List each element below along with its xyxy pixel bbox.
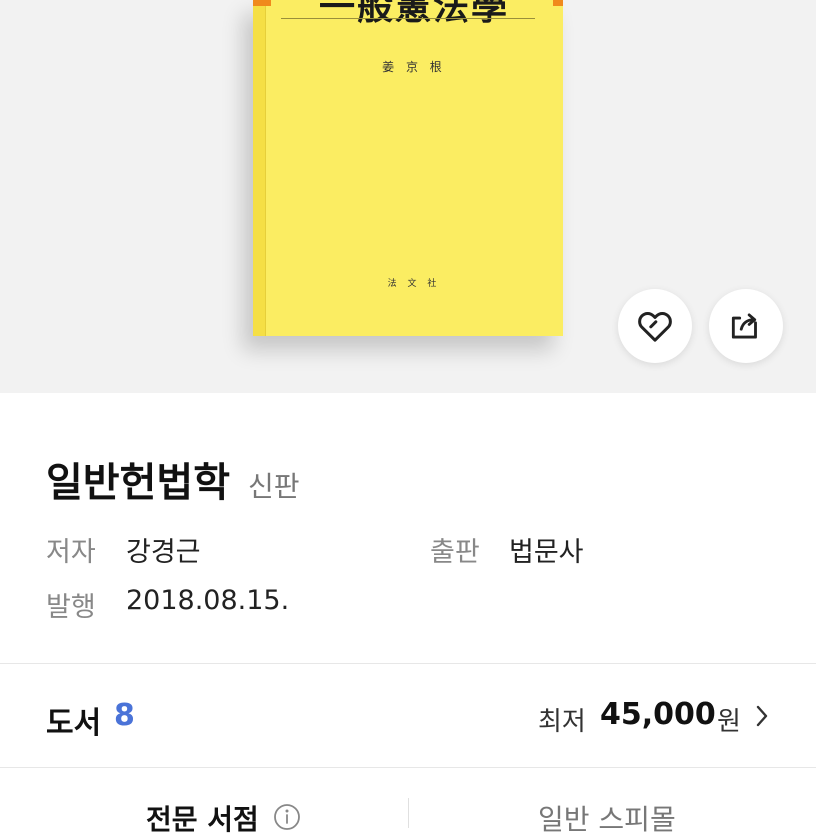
tab-specialty-store[interactable]: 전문 서점 — [146, 798, 259, 838]
cover-author: 姜 京 根 — [382, 60, 446, 74]
tab-general-store[interactable]: 일반 스피몰 — [538, 798, 676, 838]
share-button[interactable] — [709, 289, 783, 363]
cover-title: 一般憲法學 — [318, 0, 509, 28]
publish-date-label: 발행 — [46, 592, 96, 623]
lowest-price-label: 최저 — [538, 707, 586, 737]
chevron-right-icon — [756, 705, 768, 727]
cover-rule — [281, 18, 535, 19]
tab-divider — [408, 798, 409, 828]
author-name[interactable]: 강경근 — [126, 530, 201, 569]
heart-outline-icon — [638, 311, 672, 342]
author-label: 저자 — [46, 537, 96, 568]
product-title: 일반헌법학 — [46, 460, 230, 506]
store-tabs: 전문 서점 일반 스피몰 — [0, 768, 816, 836]
publisher-name[interactable]: 법문사 — [509, 530, 584, 569]
product-image-area: 一般憲法學 姜 京 根 法 文 社 — [0, 0, 816, 393]
publish-date: 2018.08.15. — [126, 585, 290, 616]
price-unit: 원 — [717, 707, 741, 737]
stock-label: 도서 — [46, 706, 102, 741]
edition-label: 신판 — [248, 470, 300, 503]
book-cover-image[interactable]: 一般憲法學 姜 京 根 法 文 社 — [253, 0, 563, 336]
publisher-label: 출판 — [430, 537, 480, 568]
share-icon — [731, 313, 757, 339]
stock-summary-row[interactable]: 도서 8 최저 45,000 원 — [0, 664, 816, 768]
cover-publisher: 法 文 社 — [387, 279, 441, 289]
lowest-price: 45,000 — [600, 697, 716, 732]
stock-count: 8 — [114, 698, 135, 733]
info-icon[interactable] — [272, 802, 302, 832]
product-title-row: 일반헌법학 신판 — [46, 450, 300, 508]
like-button[interactable] — [618, 289, 692, 363]
